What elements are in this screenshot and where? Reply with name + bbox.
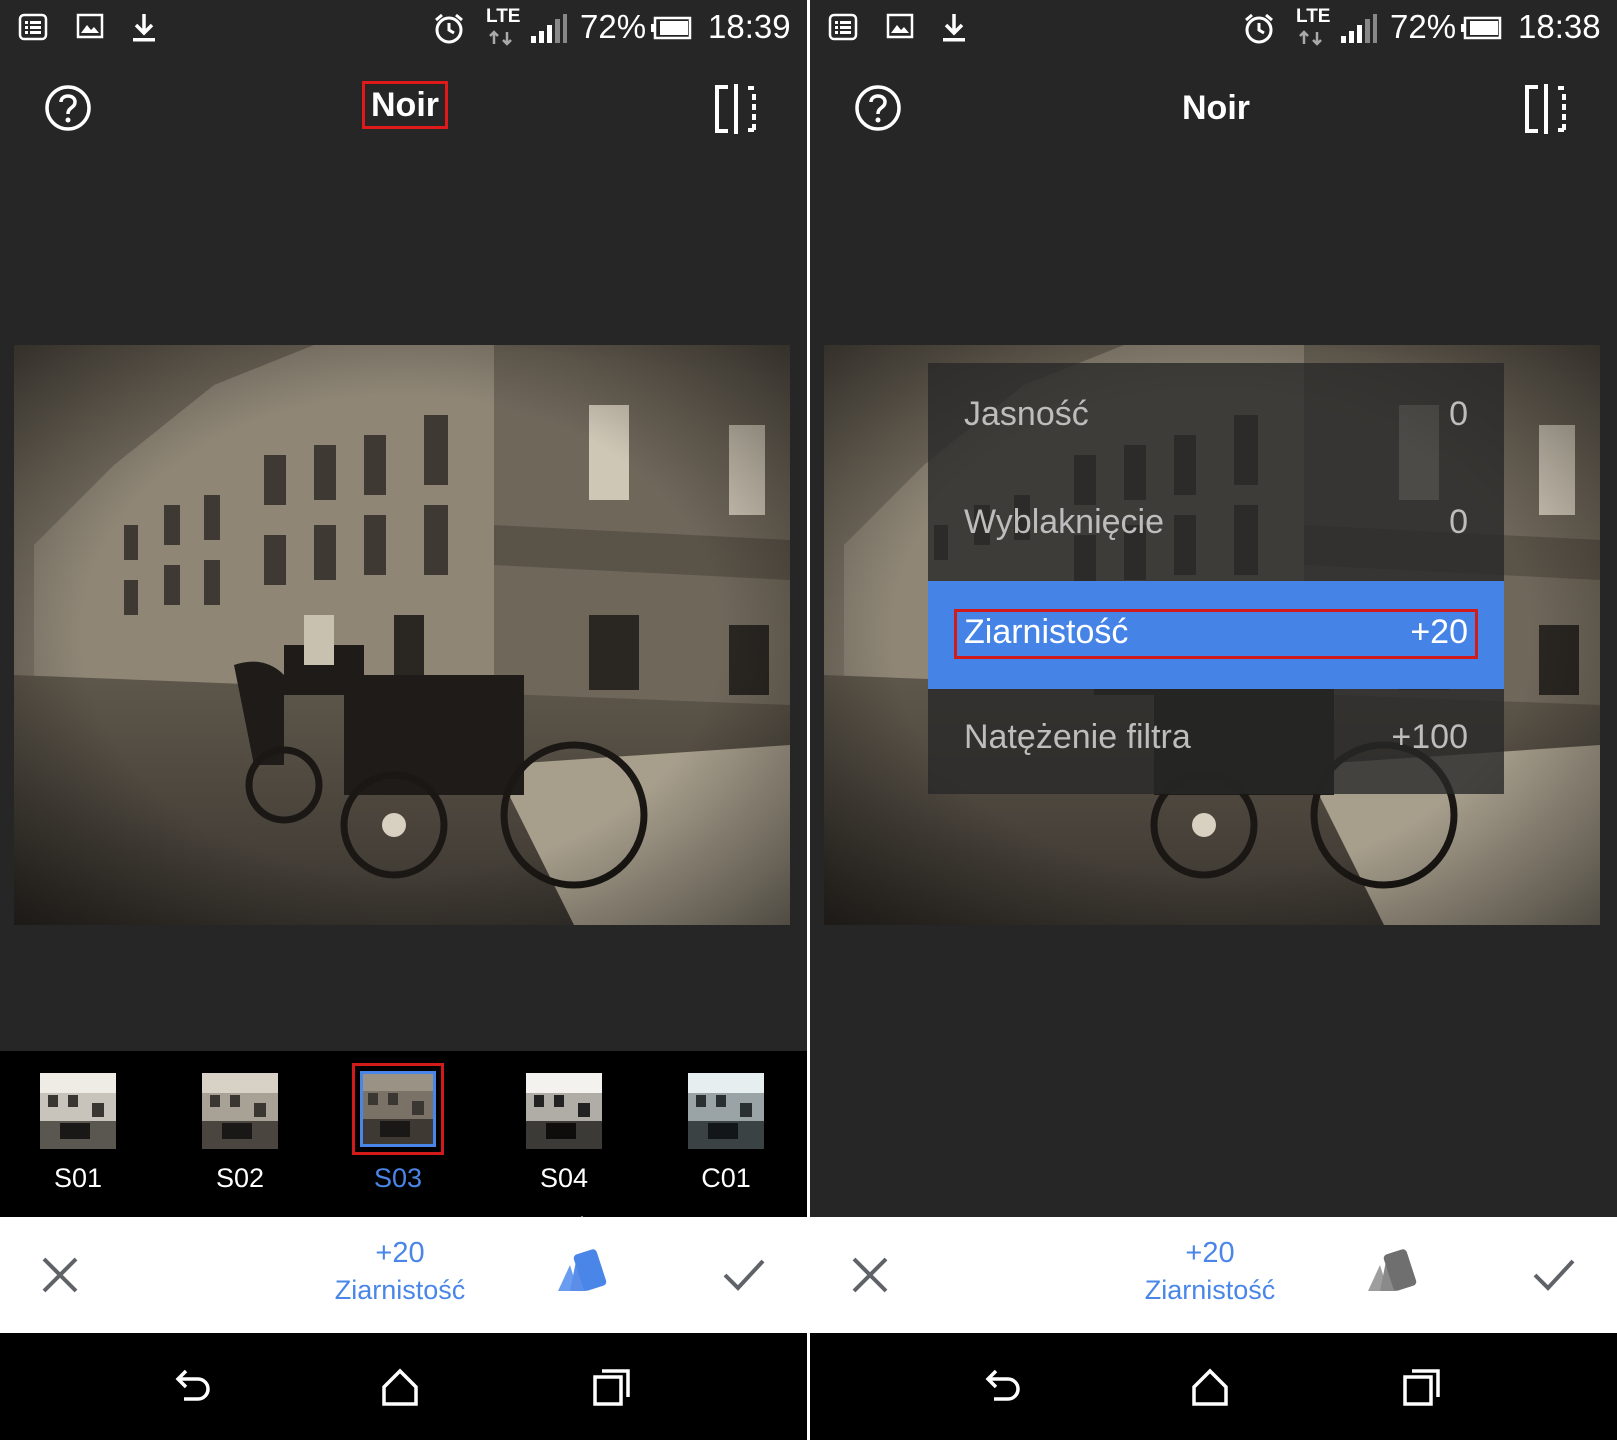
alarm-icon [1245, 13, 1273, 44]
home-icon[interactable] [1190, 1367, 1230, 1407]
param-row-brightness[interactable]: Jasność 0 [928, 363, 1504, 471]
param-row-fade[interactable]: Wyblaknięcie 0 [928, 471, 1504, 579]
param-value: 0 [1449, 395, 1468, 433]
back-icon[interactable] [172, 1367, 212, 1407]
filter-label-s03[interactable]: S03 [338, 1163, 458, 1194]
notification-list-icon [828, 13, 858, 41]
lte-label: LTE [486, 6, 521, 27]
lte-label: LTE [1296, 6, 1331, 27]
data-arrows-icon [489, 30, 512, 46]
param-row-filter-strength[interactable]: Natężenie filtra +100 [928, 686, 1504, 794]
alarm-icon [435, 13, 463, 44]
page-title: Noir [1182, 89, 1250, 127]
gallery-icon [76, 13, 104, 39]
notification-list-icon [18, 13, 48, 41]
style-icon[interactable] [556, 1247, 608, 1299]
param-value: +20 [1410, 613, 1468, 651]
gallery-icon [886, 13, 914, 39]
filter-strip: S01 S02 S03 S04 C01 [0, 1051, 807, 1217]
filter-label-c01[interactable]: C01 [666, 1163, 786, 1194]
recent-apps-icon[interactable] [1402, 1367, 1442, 1407]
system-nav-bar [810, 1333, 1617, 1440]
compare-icon[interactable] [1524, 84, 1568, 134]
cancel-icon[interactable] [850, 1255, 890, 1295]
help-icon[interactable] [854, 84, 902, 132]
system-nav-bar [0, 1333, 807, 1440]
cancel-icon[interactable] [40, 1255, 80, 1295]
style-icon[interactable] [1366, 1247, 1418, 1299]
filter-thumb-s01[interactable] [40, 1073, 116, 1149]
left-screen: LTE 72% 18:39 Noir S01 S02 S03 S04 C01 +… [0, 0, 807, 1440]
param-value: 0 [1449, 503, 1468, 541]
compare-icon[interactable] [714, 84, 758, 134]
param-label: Jasność [964, 395, 1089, 433]
edited-photo [14, 345, 790, 925]
app-header: Noir [810, 60, 1617, 156]
right-screen: LTE 72% 18:38 Noir Jasność 0 Wyblaknięci… [810, 0, 1617, 1440]
back-icon[interactable] [982, 1367, 1022, 1407]
filter-label-s01[interactable]: S01 [18, 1163, 138, 1194]
filter-thumb-s04[interactable] [526, 1073, 602, 1149]
signal-icon [1341, 14, 1377, 43]
edit-toolbar: +20 Ziarnistość [0, 1217, 807, 1333]
parameter-menu: Jasność 0 Wyblaknięcie 0 Ziarnistość +20… [928, 363, 1504, 794]
battery-icon [651, 16, 692, 40]
help-icon[interactable] [44, 84, 92, 132]
page-title: Noir [362, 81, 448, 129]
battery-icon [1461, 16, 1502, 40]
current-value[interactable]: +20 [1110, 1237, 1310, 1270]
clock: 18:38 [1518, 8, 1601, 45]
current-parameter[interactable]: Ziarnistość [300, 1275, 500, 1306]
download-icon [943, 14, 965, 42]
param-label: Wyblaknięcie [964, 503, 1164, 541]
recent-apps-icon[interactable] [592, 1367, 632, 1407]
filter-thumb-s03[interactable] [360, 1071, 436, 1147]
param-label: Ziarnistość [964, 613, 1129, 651]
param-value: +100 [1391, 718, 1468, 756]
battery-percent: 72% [1390, 8, 1457, 45]
edit-toolbar: +20 Ziarnistość [810, 1217, 1617, 1333]
data-arrows-icon [1299, 30, 1322, 46]
status-bar: LTE 72% 18:38 [810, 0, 1617, 58]
filter-label-s04[interactable]: S04 [504, 1163, 624, 1194]
status-bar: LTE 72% 18:39 [0, 0, 807, 58]
signal-icon [531, 14, 567, 43]
filter-thumb-c01[interactable] [688, 1073, 764, 1149]
battery-percent: 72% [580, 8, 647, 45]
apply-check-icon[interactable] [722, 1255, 766, 1295]
filter-thumb-s02[interactable] [202, 1073, 278, 1149]
home-icon[interactable] [380, 1367, 420, 1407]
download-icon [133, 14, 155, 42]
current-value[interactable]: +20 [300, 1237, 500, 1270]
current-parameter[interactable]: Ziarnistość [1110, 1275, 1310, 1306]
param-row-grain[interactable]: Ziarnistość +20 [928, 581, 1504, 689]
param-label: Natężenie filtra [964, 718, 1191, 756]
apply-check-icon[interactable] [1532, 1255, 1576, 1295]
app-header: Noir [0, 60, 807, 156]
clock: 18:39 [708, 8, 791, 45]
filter-label-s02[interactable]: S02 [180, 1163, 300, 1194]
